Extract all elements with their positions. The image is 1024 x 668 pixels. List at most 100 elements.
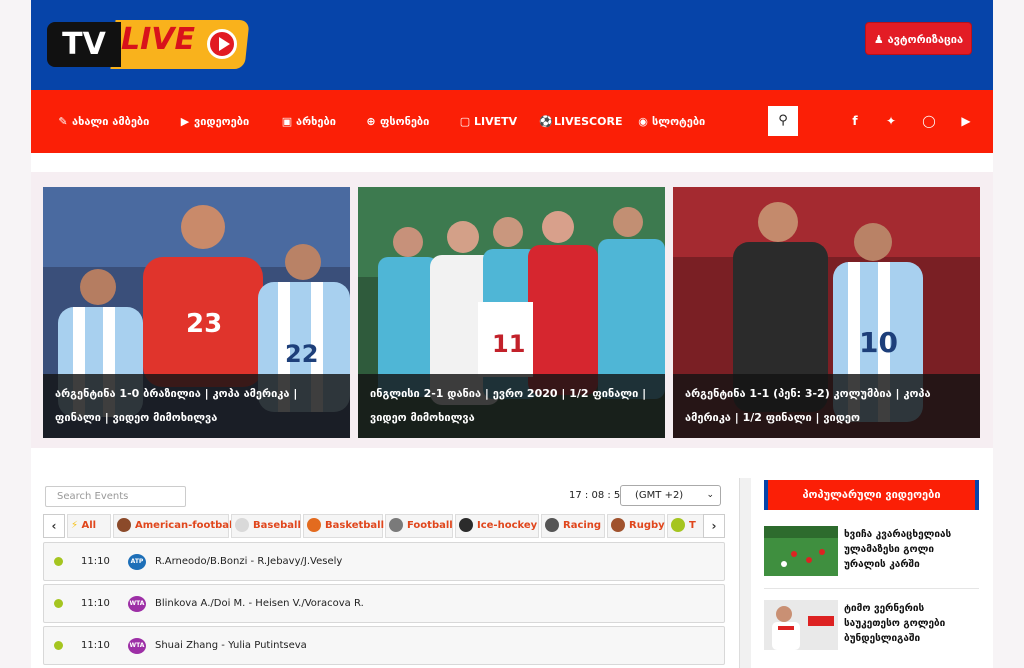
featured-caption: არგენტინა 1-0 ბრაზილია | კოპა ამერიკა | … [43, 374, 350, 438]
widget-scrollbar[interactable] [739, 478, 751, 668]
tab-label: Basketball [325, 520, 385, 531]
nav-label: LIVESCORE [554, 115, 623, 128]
tab-basketball[interactable]: Basketball [303, 514, 385, 538]
tab-rugby[interactable]: Rugby [607, 514, 665, 538]
gamepad-icon: ◉ [638, 115, 648, 128]
tab-baseball[interactable]: Baseball [231, 514, 301, 538]
timezone-value: (GMT +2) [635, 490, 684, 501]
instagram-icon[interactable]: ◯ [922, 114, 936, 128]
tab-racing[interactable]: Racing [541, 514, 605, 538]
nav-item-channels[interactable]: ▣ არხები [281, 115, 336, 129]
edit-icon: ✎ [58, 115, 68, 128]
atp-icon: ATP [128, 554, 146, 570]
logo[interactable]: TV LIVE [47, 20, 250, 69]
ice-hockey-icon [459, 518, 473, 532]
tab-label: Racing [563, 520, 602, 531]
featured-caption: ინგლისი 2-1 დანია | ევრო 2020 | 1/2 ფინა… [358, 374, 665, 438]
tennis-ball-icon [54, 599, 63, 608]
login-label: ავტორიზაცია [887, 33, 964, 46]
tab-label: All [81, 520, 97, 531]
scroll-right-button[interactable]: › [703, 514, 725, 538]
baseball-icon [235, 518, 249, 532]
sports-tabs: ‹ ⚡ All American-football Baseball Baske… [43, 514, 725, 538]
svg-text:22: 22 [285, 340, 318, 368]
facebook-icon[interactable]: f [848, 114, 862, 128]
tab-label: T [689, 520, 696, 531]
tennis-ball-icon [54, 557, 63, 566]
header: TV LIVE ♟ ავტორიზაცია [31, 0, 993, 90]
football-icon [389, 518, 403, 532]
nav-label: ფსონები [380, 115, 430, 128]
nav-label: არხები [296, 115, 336, 128]
featured-caption: არგენტინა 1-1 (პენ: 3-2) კოლუმბია | კოპა… [673, 374, 980, 438]
play-circle-icon: ▶ [180, 115, 190, 128]
video-thumbnail [764, 526, 838, 576]
timezone-select[interactable]: (GMT +2) ⌄ [620, 485, 721, 506]
nav-item-livetv[interactable]: ▢ LIVETV [459, 115, 517, 129]
featured-card[interactable]: 23 22 არგენტინა 1-0 ბრაზილია | კოპა ამერ… [43, 187, 350, 438]
tab-label: Rugby [629, 520, 665, 531]
soccer-ball-icon: ⚽ [539, 115, 553, 128]
nav-label: LIVETV [474, 115, 518, 128]
tab-label: Ice-hockey [477, 520, 538, 531]
wta-icon: WTA [128, 596, 146, 612]
search-button[interactable]: ⚲ [768, 106, 798, 136]
svg-text:10: 10 [859, 326, 898, 359]
twitter-icon[interactable]: ✦ [884, 114, 898, 128]
rugby-icon [611, 518, 625, 532]
event-teams: Blinkova A./Doi M. - Heisen V./Voracova … [155, 598, 364, 609]
events-search-input[interactable]: Search Events [45, 486, 186, 507]
event-time: 11:10 [81, 640, 110, 651]
tennis-ball-icon [54, 641, 63, 650]
search-plus-icon: ⊕ [366, 115, 376, 128]
featured-card[interactable]: 11 ინგლისი 2-1 დანია | ევრო 2020 | 1/2 ფ… [358, 187, 665, 438]
tab-label: American-football [135, 520, 236, 531]
clock: 17 : 08 : 50 [569, 490, 627, 501]
page: TV LIVE ♟ ავტორიზაცია ✎ ახალი ამბები ▶ ვიდ… [31, 0, 993, 668]
nav-item-videos[interactable]: ▶ ვიდეოები [179, 115, 249, 129]
login-button[interactable]: ♟ ავტორიზაცია [865, 22, 972, 55]
youtube-icon[interactable]: ▶ [959, 114, 973, 128]
video-thumbnail [764, 600, 838, 650]
sidebar-video-item[interactable]: ხვიჩა კვარაცხელიას ულამაზესი გოლი ურალის… [764, 526, 979, 578]
logo-tv: TV [47, 22, 121, 67]
nav-item-bets[interactable]: ⊕ ფსონები [365, 115, 429, 129]
event-time: 11:10 [81, 598, 110, 609]
sidebar-video-item[interactable]: ტიმო ვერნერის საუკეთესო გოლები ბუნდესლიგ… [764, 600, 979, 652]
logo-live: LIVE [121, 22, 195, 57]
event-teams: Shuai Zhang - Yulia Putintseva [155, 640, 307, 651]
svg-text:11: 11 [492, 330, 525, 358]
basketball-icon [307, 518, 321, 532]
event-row[interactable]: 11:10 WTA Blinkova A./Doi M. - Heisen V.… [43, 584, 725, 623]
event-row[interactable]: 11:10 ATP R.Arneodo/B.Bonzi - R.Jebavy/J… [43, 542, 725, 581]
user-icon: ♟ [873, 33, 884, 46]
american-football-icon [117, 518, 131, 532]
nav-label: ვიდეოები [194, 115, 250, 128]
tab-football[interactable]: Football [385, 514, 453, 538]
racing-icon [545, 518, 559, 532]
lightning-icon: ⚡ [71, 520, 79, 531]
monitor-icon: ▣ [281, 115, 293, 128]
nav-item-livescore[interactable]: ⚽LIVESCORE [539, 115, 622, 129]
sidebar-video-title: ხვიჩა კვარაცხელიას ულამაზესი გოლი ურალის… [844, 529, 952, 570]
tab-ice-hockey[interactable]: Ice-hockey [455, 514, 539, 538]
featured-section: 23 22 არგენტინა 1-0 ბრაზილია | კოპა ამერ… [31, 172, 993, 448]
live-events-widget: Search Events 17 : 08 : 50 (GMT +2) ⌄ ‹ … [43, 478, 751, 668]
tab-label: Football [407, 520, 453, 531]
chevron-down-icon: ⌄ [706, 490, 714, 500]
sidebar-video-title: ტიმო ვერნერის საუკეთესო გოლები ბუნდესლიგ… [844, 603, 946, 644]
tab-american-football[interactable]: American-football [113, 514, 236, 538]
tab-label: Baseball [253, 520, 301, 531]
tab-all[interactable]: ⚡ All [67, 514, 111, 538]
featured-card[interactable]: 10 არგენტინა 1-1 (პენ: 3-2) კოლუმბია | კ… [673, 187, 980, 438]
event-row[interactable]: 11:10 WTA Shuai Zhang - Yulia Putintseva [43, 626, 725, 665]
event-time: 11:10 [81, 556, 110, 567]
scroll-left-button[interactable]: ‹ [43, 514, 65, 538]
popular-videos-title: პოპულარული ვიდეოები [764, 480, 979, 510]
nav-item-news[interactable]: ✎ ახალი ამბები [57, 115, 149, 129]
divider [764, 588, 979, 589]
tab-tennis[interactable]: T [667, 514, 707, 538]
nav-item-slots[interactable]: ◉ სლოტები [637, 115, 705, 129]
nav-label: სლოტები [652, 115, 706, 128]
tennis-icon [671, 518, 685, 532]
